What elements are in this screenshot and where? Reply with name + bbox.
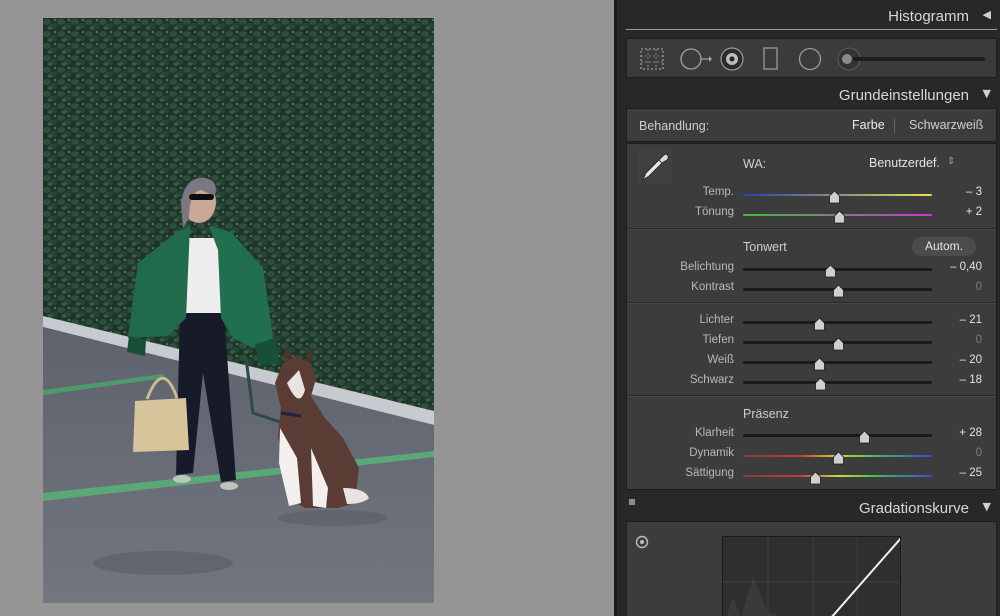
slider-track[interactable]: [743, 210, 932, 224]
wb-label: WA:: [743, 157, 767, 171]
slider-label: Lichter: [699, 314, 734, 326]
slider-value[interactable]: – 21: [960, 314, 982, 326]
slider-track[interactable]: [743, 317, 932, 331]
slider-tönung[interactable]: Tönung + 2: [627, 204, 996, 224]
slider-value[interactable]: 0: [976, 447, 982, 459]
slider-thumb[interactable]: [815, 376, 827, 391]
slider-tiefen[interactable]: Tiefen 0: [627, 332, 996, 352]
slider-value[interactable]: + 2: [966, 206, 982, 218]
slider-track[interactable]: [743, 471, 932, 485]
slider-thumb[interactable]: [809, 470, 821, 485]
slider-value[interactable]: + 28: [959, 427, 982, 439]
slider-label: Sättigung: [685, 467, 734, 479]
slider-thumb[interactable]: [828, 189, 840, 204]
spot-removal-icon[interactable]: [679, 47, 713, 71]
curve-header[interactable]: Gradationskurve ▼: [617, 494, 1000, 522]
slider-label: Belichtung: [680, 261, 734, 273]
histogram-header[interactable]: Histogramm ◀: [617, 2, 1000, 30]
slider-weiß[interactable]: Weiß – 20: [627, 352, 996, 372]
slider-thumb[interactable]: [832, 283, 844, 298]
treatment-bw-button[interactable]: Schwarzweiß: [909, 118, 983, 132]
slider-thumb[interactable]: [859, 429, 870, 444]
develop-panel: Histogramm ◀ Grundeinstellungen ▼ Behand…: [614, 0, 1000, 616]
slider-thumb[interactable]: [832, 336, 844, 351]
red-eye-icon[interactable]: [719, 47, 745, 71]
slider-label: Weiß: [707, 354, 734, 366]
tone-curve-svg: [723, 537, 900, 616]
collapse-down-icon[interactable]: ▼: [983, 87, 991, 100]
curve-panel: [626, 521, 997, 616]
group-divider-light: [627, 229, 996, 230]
header-divider: [626, 29, 997, 30]
auto-tone-button[interactable]: Autom.: [912, 237, 976, 256]
slider-klarheit[interactable]: Klarheit + 28: [627, 425, 996, 445]
slider-thumb[interactable]: [832, 450, 844, 465]
slider-value[interactable]: – 3: [966, 186, 982, 198]
tone-curve-graph[interactable]: [722, 536, 901, 616]
photo-canvas[interactable]: [0, 0, 614, 616]
slider-track[interactable]: [743, 264, 932, 278]
eyedropper-icon[interactable]: [637, 149, 673, 185]
presence-label: Präsenz: [743, 407, 789, 421]
slider-sättigung[interactable]: Sättigung – 25: [627, 465, 996, 485]
slider-label: Schwarz: [689, 374, 734, 386]
slider-track[interactable]: [743, 430, 932, 444]
wb-preset-arrows-icon[interactable]: ⇕: [947, 156, 955, 167]
tone-label: Tonwert: [743, 240, 787, 254]
slider-belichtung[interactable]: Belichtung – 0,40: [627, 259, 996, 279]
group-divider-light: [627, 303, 996, 304]
slider-label: Kontrast: [691, 281, 734, 293]
target-adjust-icon[interactable]: [634, 534, 650, 550]
treatment-color-button[interactable]: Farbe: [852, 118, 885, 132]
collapse-down-icon[interactable]: ▼: [983, 500, 991, 513]
slider-value[interactable]: – 0,40: [950, 261, 982, 273]
slider-label: Temp.: [702, 186, 734, 198]
group-divider-light: [627, 396, 996, 397]
slider-thumb[interactable]: [834, 209, 846, 224]
treatment-separator: [894, 119, 895, 133]
slider-dynamik[interactable]: Dynamik 0: [627, 445, 996, 465]
slider-temp[interactable]: Temp. – 3: [627, 184, 996, 204]
radial-filter-icon[interactable]: [797, 47, 823, 71]
graduated-filter-icon[interactable]: [762, 47, 780, 71]
photo-image: [43, 18, 434, 603]
basic-panel: WA: Benutzerdef. ⇕ Temp. – 3 Tönung + 2 Ton…: [626, 143, 997, 490]
slider-label: Tiefen: [702, 334, 734, 346]
basic-header[interactable]: Grundeinstellungen ▼: [617, 81, 1000, 109]
slider-value[interactable]: – 20: [960, 354, 982, 366]
adjustment-brush-icon[interactable]: [837, 46, 987, 72]
slider-value[interactable]: – 25: [960, 467, 982, 479]
photo[interactable]: [43, 18, 434, 603]
histogram-title: Histogramm: [888, 8, 969, 25]
slider-schwarz[interactable]: Schwarz – 18: [627, 372, 996, 392]
crop-icon[interactable]: [638, 47, 666, 71]
basic-title: Grundeinstellungen: [838, 87, 969, 104]
slider-value[interactable]: 0: [976, 334, 982, 346]
wb-preset-select[interactable]: Benutzerdef.: [869, 156, 940, 170]
slider-kontrast[interactable]: Kontrast 0: [627, 279, 996, 299]
slider-lichter[interactable]: Lichter – 21: [627, 312, 996, 332]
slider-label: Dynamik: [689, 447, 734, 459]
slider-value[interactable]: 0: [976, 281, 982, 293]
slider-value[interactable]: – 18: [960, 374, 982, 386]
slider-label: Klarheit: [695, 427, 734, 439]
slider-track[interactable]: [743, 284, 932, 298]
slider-track[interactable]: [743, 337, 932, 351]
slider-thumb[interactable]: [813, 316, 825, 331]
slider-thumb[interactable]: [813, 356, 825, 371]
slider-label: Tönung: [694, 206, 734, 218]
slider-track[interactable]: [743, 357, 932, 371]
treatment-label: Behandlung:: [639, 119, 710, 133]
treatment-row: Behandlung: Farbe Schwarzweiß: [626, 108, 997, 142]
curve-title: Gradationskurve: [858, 500, 969, 517]
slider-track[interactable]: [743, 190, 932, 204]
slider-thumb[interactable]: [825, 263, 836, 278]
slider-track[interactable]: [743, 377, 932, 391]
collapse-left-icon[interactable]: ◀: [983, 8, 991, 21]
slider-track[interactable]: [743, 451, 932, 465]
tool-strip: [626, 38, 997, 78]
